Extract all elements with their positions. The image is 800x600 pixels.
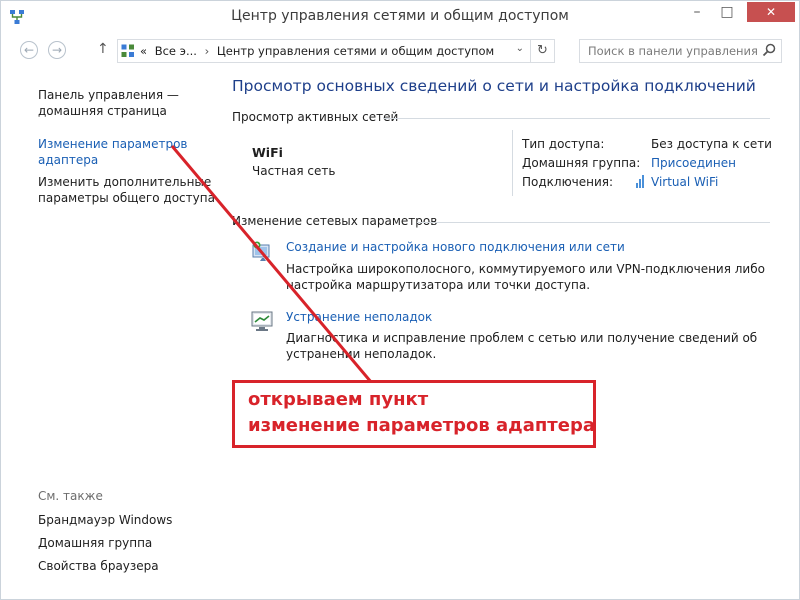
annotation-box: открываем пункт изменение параметров ада… bbox=[232, 380, 596, 448]
minimize-button[interactable]: – bbox=[684, 2, 710, 22]
wifi-signal-icon bbox=[636, 175, 644, 188]
maximize-button[interactable]: □ bbox=[714, 2, 740, 22]
homegroup-label: Домашняя группа: bbox=[522, 156, 641, 170]
see-also-homegroup[interactable]: Домашняя группа bbox=[38, 535, 218, 551]
page-title: Просмотр основных сведений о сети и наст… bbox=[232, 77, 756, 95]
search-icon[interactable] bbox=[762, 43, 776, 57]
up-button[interactable]: ↑ bbox=[97, 41, 109, 57]
troubleshoot-description: Диагностика и исправление проблем с сеть… bbox=[286, 331, 758, 361]
sidebar-item-adapter-settings[interactable]: Изменение параметров адаптера bbox=[38, 136, 218, 168]
sidebar-item-label: домашняя страница bbox=[38, 104, 167, 118]
access-type-label: Тип доступа: bbox=[522, 137, 605, 151]
network-type: Частная сеть bbox=[252, 164, 336, 178]
forward-button[interactable]: → bbox=[48, 41, 66, 59]
see-also-browser-properties[interactable]: Свойства браузера bbox=[38, 558, 218, 574]
new-connection-icon bbox=[252, 241, 270, 261]
search-placeholder: Поиск в панели управления bbox=[588, 44, 758, 58]
breadcrumb-separator[interactable]: › bbox=[205, 44, 210, 58]
close-button[interactable]: ✕ bbox=[747, 2, 795, 22]
main-pane: Просмотр основных сведений о сети и наст… bbox=[223, 67, 799, 599]
sidebar-item-label: адаптера bbox=[38, 153, 99, 167]
connections-label: Подключения: bbox=[522, 175, 614, 189]
control-panel-icon bbox=[121, 44, 134, 57]
new-connection-link[interactable]: Создание и настройка нового подключения … bbox=[286, 240, 625, 254]
navigation-bar: ← → ↑ « Все э... › Центр управления сетя… bbox=[1, 37, 799, 65]
homegroup-link[interactable]: Присоединен bbox=[651, 156, 736, 170]
left-pane: Панель управления — домашняя страница Из… bbox=[1, 67, 223, 599]
title-bar: Центр управления сетями и общим доступом… bbox=[1, 1, 799, 33]
connection-link[interactable]: Virtual WiFi bbox=[651, 175, 718, 189]
new-connection-description: Настройка широкополосного, коммутируемог… bbox=[286, 262, 765, 292]
window: Центр управления сетями и общим доступом… bbox=[0, 0, 800, 600]
address-bar[interactable]: « Все э... › Центр управления сетями и о… bbox=[117, 39, 531, 63]
network-center-icon bbox=[10, 10, 24, 24]
breadcrumb: « Все э... › Центр управления сетями и о… bbox=[140, 44, 498, 58]
breadcrumb-overflow[interactable]: « bbox=[140, 44, 147, 58]
section-divider bbox=[383, 118, 770, 119]
sidebar-item-label: Изменить дополнительные bbox=[38, 175, 212, 189]
refresh-button[interactable]: ↻ bbox=[531, 39, 555, 63]
see-also-heading: См. также bbox=[38, 489, 103, 503]
breadcrumb-item-all[interactable]: Все э... bbox=[155, 44, 197, 58]
sidebar-item-home[interactable]: Панель управления — домашняя страница bbox=[38, 87, 218, 119]
sidebar-item-label: Панель управления — bbox=[38, 88, 179, 102]
network-divider bbox=[512, 130, 513, 196]
sidebar-item-label: параметры общего доступа bbox=[38, 191, 215, 205]
active-networks-header: Просмотр активных сетей bbox=[232, 110, 399, 124]
see-also-firewall[interactable]: Брандмауэр Windows bbox=[38, 512, 218, 528]
breadcrumb-item-current[interactable]: Центр управления сетями и общим доступом bbox=[217, 44, 494, 58]
back-button[interactable]: ← bbox=[20, 41, 38, 59]
annotation-line-2: изменение параметров адаптера bbox=[248, 415, 595, 436]
access-type-value: Без доступа к сети bbox=[651, 137, 772, 151]
sidebar-item-label: Изменение параметров bbox=[38, 137, 188, 151]
chevron-down-icon[interactable]: ⌄ bbox=[516, 43, 524, 54]
annotation-line-1: открываем пункт bbox=[248, 389, 429, 410]
sidebar-item-advanced-sharing[interactable]: Изменить дополнительные параметры общего… bbox=[38, 174, 218, 206]
network-name: WiFi bbox=[252, 145, 283, 160]
change-settings-header: Изменение сетевых параметров bbox=[232, 214, 438, 228]
section-divider bbox=[417, 222, 770, 223]
window-title: Центр управления сетями и общим доступом bbox=[231, 8, 569, 24]
troubleshoot-icon bbox=[251, 311, 273, 331]
troubleshoot-link[interactable]: Устранение неполадок bbox=[286, 310, 432, 324]
search-input[interactable]: Поиск в панели управления bbox=[579, 39, 782, 63]
